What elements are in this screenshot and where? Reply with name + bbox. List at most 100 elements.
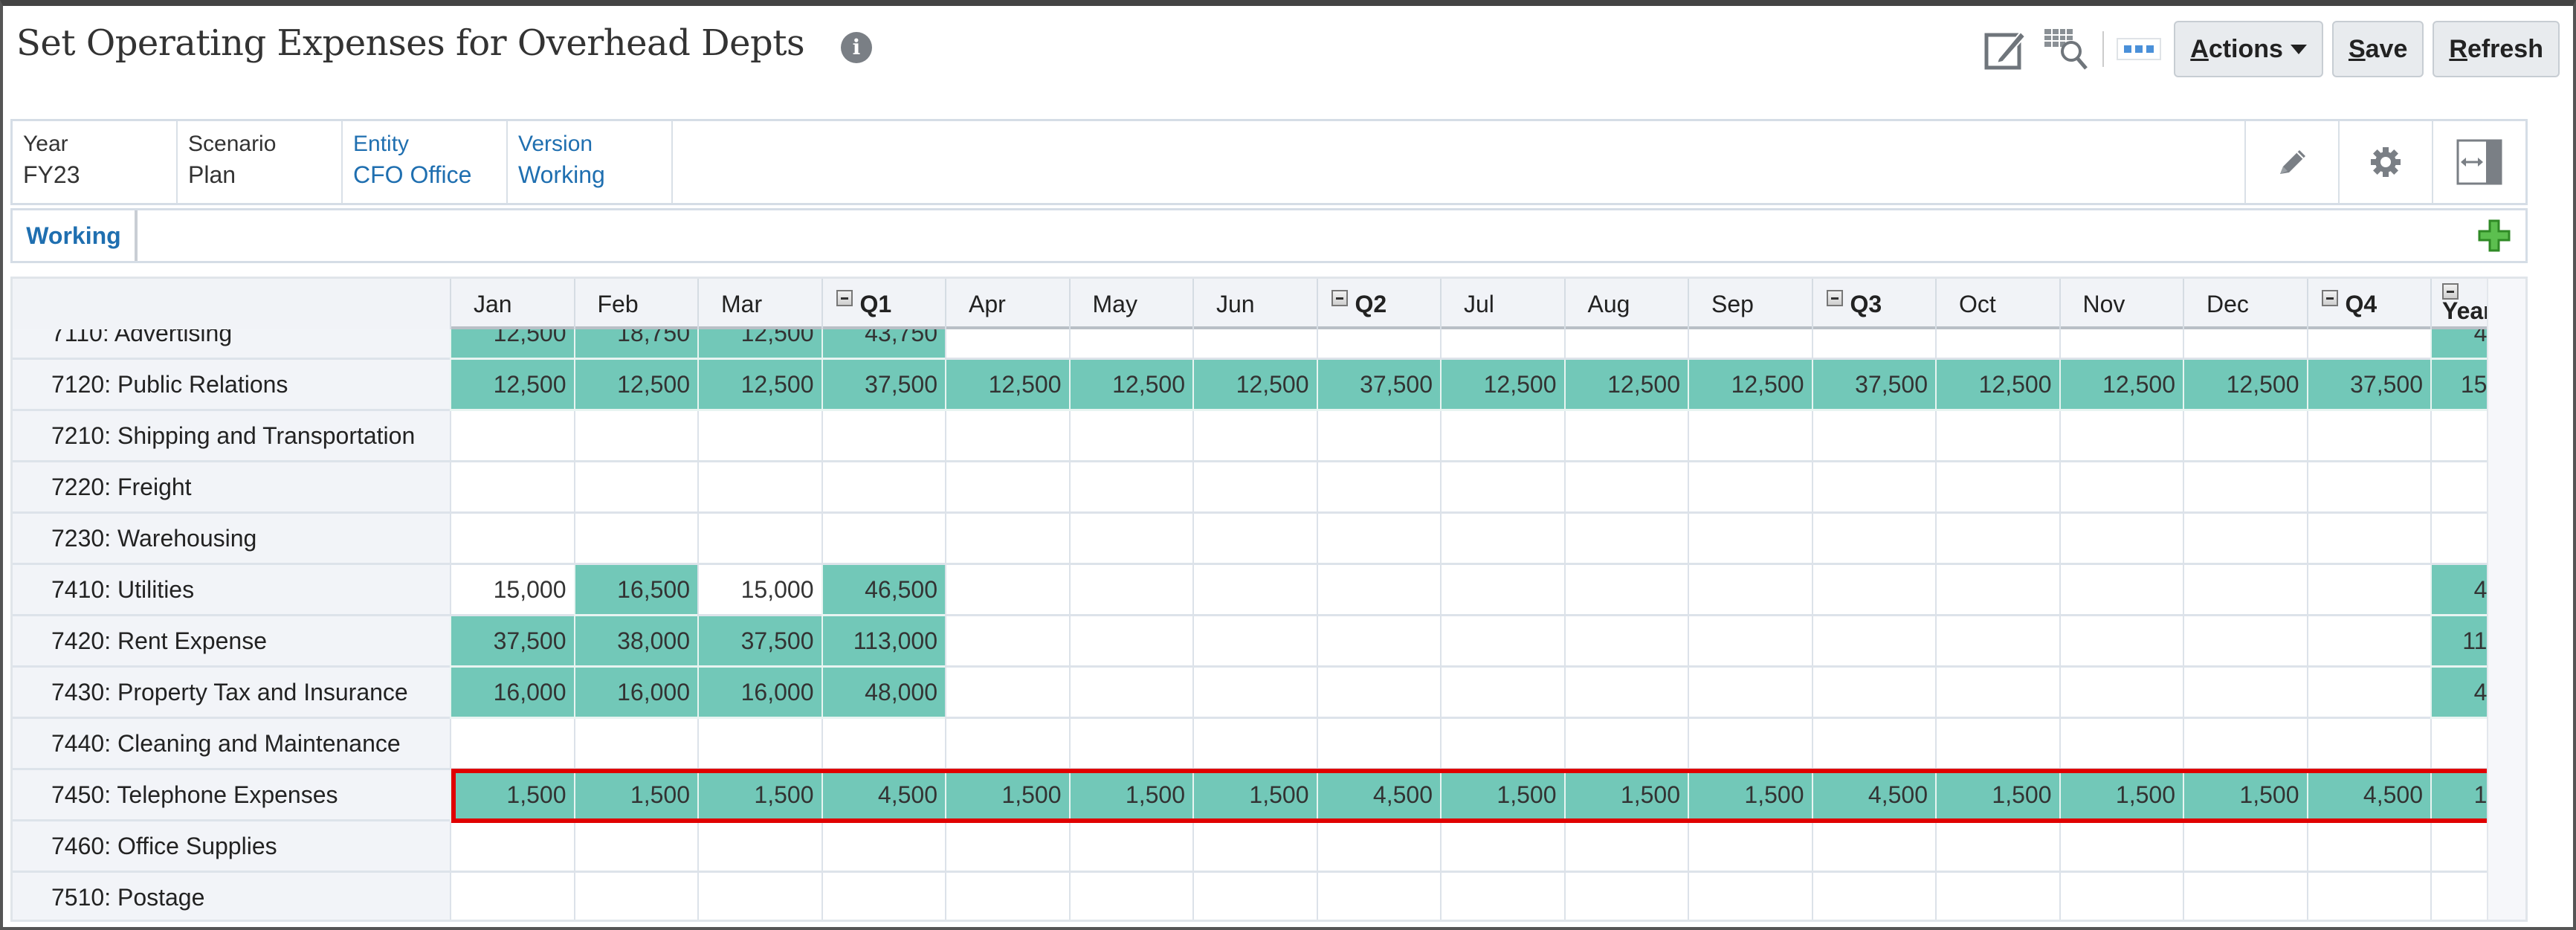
data-cell[interactable]: 46,500	[821, 565, 945, 616]
data-cell[interactable]	[2306, 821, 2430, 873]
data-cell[interactable]: 38,000	[573, 616, 697, 668]
data-cell[interactable]: 1,500	[697, 770, 821, 821]
data-cell[interactable]	[2059, 668, 2183, 719]
data-cell[interactable]: 12,500	[1935, 360, 2059, 411]
data-cell[interactable]: 12,500	[697, 360, 821, 411]
collapse-icon[interactable]	[836, 290, 853, 306]
data-cell[interactable]	[573, 411, 697, 462]
gear-icon[interactable]	[2338, 121, 2432, 203]
data-cell[interactable]	[1192, 514, 1317, 565]
data-cell[interactable]	[821, 462, 945, 514]
data-cell[interactable]	[1316, 668, 1440, 719]
data-cell[interactable]: 4,500	[1811, 770, 1935, 821]
data-cell[interactable]	[821, 719, 945, 770]
edit-form-icon[interactable]	[1981, 23, 2033, 75]
actions-button[interactable]: Actions	[2174, 21, 2323, 77]
data-cell[interactable]: 4,500	[821, 770, 945, 821]
data-cell[interactable]	[1935, 668, 2059, 719]
data-cell[interactable]: 37,500	[2306, 360, 2430, 411]
data-cell[interactable]	[1192, 821, 1317, 873]
data-cell[interactable]	[2059, 616, 2183, 668]
data-cell[interactable]	[2183, 873, 2307, 920]
row-header[interactable]: 7220: Freight	[13, 462, 450, 514]
data-cell[interactable]	[821, 821, 945, 873]
column-header-jul[interactable]: Jul	[1440, 279, 1564, 329]
data-cell[interactable]	[1440, 821, 1564, 873]
data-cell[interactable]	[1440, 668, 1564, 719]
data-cell[interactable]	[1688, 411, 1812, 462]
data-cell[interactable]: 12,500	[1688, 360, 1812, 411]
data-cell[interactable]: 37,500	[450, 616, 574, 668]
pov-value[interactable]: Working	[518, 161, 661, 189]
data-cell[interactable]	[1192, 719, 1317, 770]
data-cell[interactable]: 16,500	[573, 565, 697, 616]
data-cell[interactable]	[697, 462, 821, 514]
data-cell[interactable]	[2306, 668, 2430, 719]
data-cell[interactable]: 1,500	[1192, 770, 1317, 821]
row-header[interactable]: 7120: Public Relations	[13, 360, 450, 411]
data-cell[interactable]: 12,500	[573, 360, 697, 411]
data-cell[interactable]	[1192, 462, 1317, 514]
data-cell[interactable]	[1316, 462, 1440, 514]
data-cell[interactable]	[450, 821, 574, 873]
data-cell[interactable]: 37,500	[697, 616, 821, 668]
data-cell[interactable]	[1688, 565, 1812, 616]
data-cell[interactable]	[697, 514, 821, 565]
data-cell[interactable]	[1068, 411, 1192, 462]
data-cell[interactable]: 1,500	[573, 770, 697, 821]
data-cell[interactable]	[1811, 462, 1935, 514]
data-cell[interactable]	[1316, 719, 1440, 770]
data-cell[interactable]	[450, 462, 574, 514]
data-cell[interactable]	[945, 514, 1069, 565]
collapse-icon[interactable]	[2321, 290, 2338, 306]
row-header[interactable]: 7460: Office Supplies	[13, 821, 450, 873]
column-header-q3[interactable]: Q3	[1811, 279, 1936, 329]
data-cell[interactable]	[450, 719, 574, 770]
data-cell[interactable]	[1688, 719, 1812, 770]
data-cell[interactable]	[1563, 821, 1688, 873]
data-cell[interactable]	[1811, 411, 1935, 462]
data-cell[interactable]	[1935, 616, 2059, 668]
data-cell[interactable]	[1440, 616, 1564, 668]
expand-width-icon[interactable]	[2432, 121, 2525, 203]
data-cell[interactable]	[1935, 411, 2059, 462]
data-cell[interactable]	[2183, 565, 2307, 616]
data-cell[interactable]	[1563, 514, 1688, 565]
data-cell[interactable]	[1811, 616, 1935, 668]
data-cell[interactable]	[2059, 411, 2183, 462]
row-header[interactable]: 7450: Telephone Expenses	[13, 770, 450, 821]
data-cell[interactable]	[2183, 411, 2307, 462]
data-cell[interactable]	[1068, 565, 1192, 616]
data-cell[interactable]	[1316, 873, 1440, 920]
data-cell[interactable]	[2183, 514, 2307, 565]
column-header-jan[interactable]: Jan	[450, 279, 574, 329]
data-cell[interactable]	[2306, 565, 2430, 616]
data-cell[interactable]	[2306, 719, 2430, 770]
data-cell[interactable]: 1,500	[2183, 770, 2307, 821]
data-cell[interactable]	[2059, 514, 2183, 565]
data-cell[interactable]	[2059, 462, 2183, 514]
data-cell[interactable]	[821, 411, 945, 462]
refresh-button[interactable]: Refresh	[2433, 21, 2560, 77]
data-cell[interactable]	[2306, 873, 2430, 920]
data-cell[interactable]	[1935, 719, 2059, 770]
collapse-icon[interactable]	[1826, 290, 1843, 306]
data-cell[interactable]	[1811, 514, 1935, 565]
data-cell[interactable]	[1688, 514, 1812, 565]
data-cell[interactable]	[697, 873, 821, 920]
row-header[interactable]: 7440: Cleaning and Maintenance	[13, 719, 450, 770]
data-cell[interactable]	[1811, 873, 1935, 920]
pov-entity[interactable]: Entity CFO Office	[343, 121, 508, 203]
data-cell[interactable]	[697, 719, 821, 770]
data-cell[interactable]	[1192, 873, 1317, 920]
data-cell[interactable]	[1440, 719, 1564, 770]
data-cell[interactable]: 12,500	[1440, 360, 1564, 411]
data-cell[interactable]	[1563, 719, 1688, 770]
data-cell[interactable]: 4,500	[1316, 770, 1440, 821]
data-cell[interactable]	[2059, 565, 2183, 616]
row-header[interactable]: 7510: Postage	[13, 873, 450, 920]
data-cell[interactable]	[1440, 411, 1564, 462]
data-cell[interactable]	[450, 411, 574, 462]
row-header[interactable]: 7230: Warehousing	[13, 514, 450, 565]
data-cell[interactable]: 37,500	[821, 360, 945, 411]
